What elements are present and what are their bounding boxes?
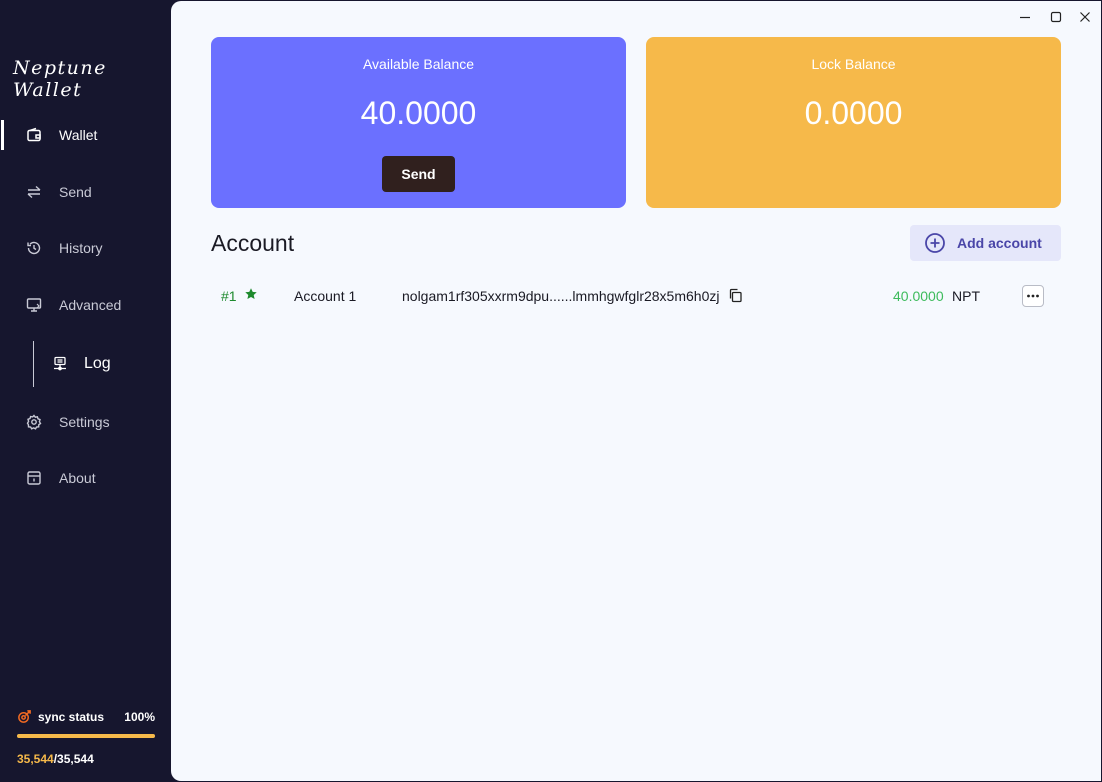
sidebar-item-label: Send <box>59 184 92 200</box>
sidebar-item-label: Log <box>84 355 111 372</box>
gear-icon <box>25 413 43 431</box>
account-address: nolgam1rf305xxrm9dpu......lmmhgwfglr28x5… <box>402 288 720 304</box>
account-section-title: Account <box>211 230 295 256</box>
sync-total-block: 35,544 <box>57 752 94 766</box>
more-options-button[interactable] <box>1022 285 1044 307</box>
send-button[interactable]: Send <box>382 156 455 192</box>
add-account-button[interactable]: Add account <box>910 225 1061 261</box>
minimize-icon[interactable] <box>1018 10 1032 24</box>
monitor-icon <box>25 296 43 314</box>
star-icon[interactable] <box>244 287 258 301</box>
main-panel: Available Balance 40.0000 Send Lock Bala… <box>171 1 1101 781</box>
add-account-label: Add account <box>957 235 1042 251</box>
sidebar-item-about[interactable]: About <box>0 463 171 493</box>
sync-label: sync status <box>38 710 105 724</box>
app-logo: Neptune Wallet <box>13 57 107 101</box>
lock-balance-card: Lock Balance 0.0000 <box>646 37 1061 208</box>
account-balance: 40.0000 <box>893 288 944 304</box>
account-row[interactable]: #1 Account 1 nolgam1rf305xxrm9dpu......l… <box>211 283 1061 309</box>
wallet-icon <box>25 126 43 144</box>
sidebar-item-send[interactable]: Send <box>0 177 171 207</box>
sync-progress-fill <box>17 734 155 738</box>
sidebar: Neptune Wallet Wallet Send History Advan… <box>0 0 171 782</box>
sidebar-item-label: Wallet <box>59 127 98 143</box>
sidebar-item-label: Settings <box>59 414 110 430</box>
lock-balance-value: 0.0000 <box>804 95 903 131</box>
sidebar-item-history[interactable]: History <box>0 233 171 263</box>
sync-percent: 100% <box>124 710 155 724</box>
active-indicator <box>1 120 4 150</box>
account-index: #1 <box>221 288 237 304</box>
sidebar-item-label: About <box>59 470 96 486</box>
sidebar-item-settings[interactable]: Settings <box>0 407 171 437</box>
sync-current-block: 35,544 <box>17 752 54 766</box>
transfer-icon <box>25 183 43 201</box>
sidebar-item-log[interactable]: Log <box>33 341 171 387</box>
sidebar-item-label: Advanced <box>59 297 122 313</box>
copy-icon[interactable] <box>728 288 743 303</box>
available-balance-value: 40.0000 <box>360 95 477 131</box>
sync-icon <box>17 709 33 725</box>
info-box-icon <box>25 469 43 487</box>
maximize-icon[interactable] <box>1049 10 1063 24</box>
available-balance-card: Available Balance 40.0000 Send <box>211 37 626 208</box>
plus-circle-icon <box>924 232 946 254</box>
sync-block-count: 35,544/35,544 <box>17 752 155 766</box>
sidebar-item-advanced[interactable]: Advanced <box>0 290 171 320</box>
close-icon[interactable] <box>1078 10 1092 24</box>
history-icon <box>25 239 43 257</box>
sync-status: sync status 100% 35,544/35,544 <box>17 708 155 766</box>
account-unit: NPT <box>952 288 980 304</box>
lock-balance-title: Lock Balance <box>811 56 896 72</box>
account-name: Account 1 <box>294 288 357 304</box>
sidebar-item-label: History <box>59 240 103 256</box>
ellipsis-icon <box>1027 294 1039 298</box>
available-balance-title: Available Balance <box>362 56 475 72</box>
network-icon <box>52 356 68 372</box>
sync-progress-bar <box>17 734 155 738</box>
sidebar-item-wallet[interactable]: Wallet <box>0 120 171 150</box>
